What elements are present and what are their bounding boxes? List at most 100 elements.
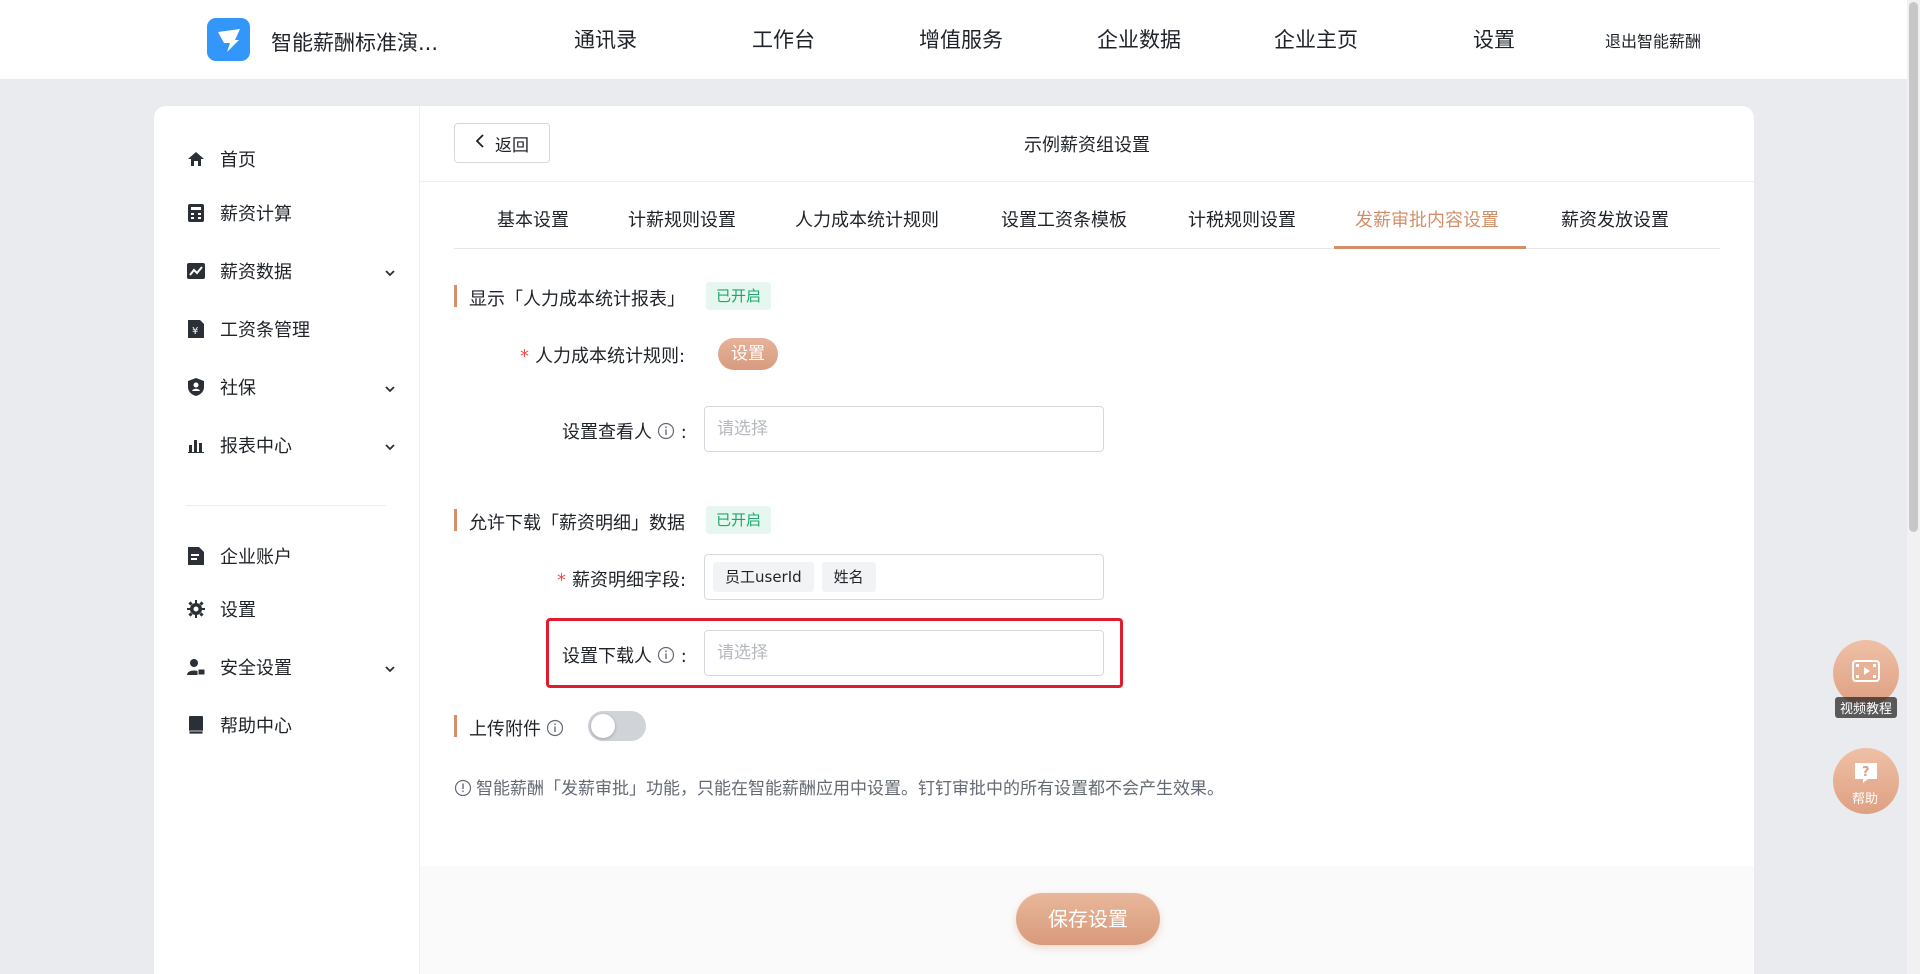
payslip-icon: ¥ — [186, 319, 206, 339]
shield-icon — [186, 377, 206, 397]
downloader-label-text: 设置下载人 — [562, 646, 652, 667]
sidebar-item-label: 报表中心 — [220, 436, 292, 457]
sidebar-item-label: 工资条管理 — [220, 320, 310, 341]
info-circle-icon — [454, 779, 476, 799]
section-title-labor-report: 显示「人力成本统计报表」 — [469, 289, 685, 310]
top-bar: 智能薪酬标准演... 通讯录 工作台 增值服务 企业数据 企业主页 设置 退出智… — [0, 0, 1920, 79]
sidebar-item-label: 薪资数据 — [220, 262, 292, 283]
sidebar-item-report-center[interactable]: 报表中心 — [186, 430, 402, 460]
chevron-down-icon — [384, 263, 396, 284]
section-title-salary-detail: 允许下载「薪资明细」数据 — [469, 513, 685, 534]
save-settings-button[interactable]: 保存设置 — [1016, 893, 1160, 945]
tabs-divider — [454, 248, 1720, 249]
sidebar-item-label: 设置 — [220, 600, 256, 621]
scrollbar-thumb[interactable] — [1909, 2, 1918, 532]
notice-text: 智能薪酬「发薪审批」功能，只能在智能薪酬应用中设置。钉钉审批中的所有设置都不会产… — [454, 774, 1224, 799]
status-badge: 已开启 — [706, 506, 772, 534]
required-mark: * — [557, 570, 566, 591]
book-icon — [186, 715, 206, 735]
sidebar-item-home[interactable]: 首页 — [186, 144, 402, 174]
detail-fields-label: * 薪资明细字段: — [557, 566, 686, 592]
sidebar-item-help-center[interactable]: 帮助中心 — [186, 710, 402, 740]
info-icon[interactable] — [546, 719, 564, 737]
tab-tax-rules[interactable]: 计税规则设置 — [1188, 206, 1296, 249]
sidebar-item-label: 帮助中心 — [220, 716, 292, 737]
nav-enterprise-data[interactable]: 企业数据 — [1097, 24, 1181, 54]
sidebar-item-label: 薪资计算 — [220, 204, 292, 225]
tab-payout-settings[interactable]: 薪资发放设置 — [1561, 206, 1669, 249]
nav-enterprise-home[interactable]: 企业主页 — [1274, 24, 1358, 54]
help-label: 帮助 — [1852, 792, 1879, 807]
chart-icon — [186, 261, 206, 281]
tab-labor-cost-rules[interactable]: 人力成本统计规则 — [795, 206, 939, 249]
app-logo-icon[interactable] — [207, 18, 250, 61]
user-lock-icon — [186, 657, 206, 677]
sidebar-item-security[interactable]: 安全设置 — [186, 652, 402, 682]
sidebar-item-salary-data[interactable]: 薪资数据 — [186, 256, 402, 286]
sidebar: 首页 薪资计算 薪资数据 ¥ 工资条管理 社保 报表中心 企业账户 设置 安全设… — [154, 106, 420, 974]
field-tag[interactable]: 员工userId — [713, 562, 814, 592]
bar-chart-icon — [186, 435, 206, 455]
logout-link[interactable]: 退出智能薪酬 — [1605, 28, 1701, 52]
downloader-label: 设置下载人 : — [562, 646, 687, 667]
downloader-select[interactable]: 请选择 — [704, 630, 1104, 676]
header-divider — [420, 181, 1754, 182]
chevron-down-icon — [384, 659, 396, 680]
main-card: 首页 薪资计算 薪资数据 ¥ 工资条管理 社保 报表中心 企业账户 设置 安全设… — [154, 106, 1754, 974]
attachment-title-text: 上传附件 — [469, 719, 541, 740]
notice-text-content: 智能薪酬「发薪审批」功能，只能在智能薪酬应用中设置。钉钉审批中的所有设置都不会产… — [476, 779, 1224, 799]
tab-payslip-template[interactable]: 设置工资条模板 — [1001, 206, 1127, 249]
chevron-down-icon — [384, 379, 396, 400]
svg-text:?: ? — [1862, 765, 1870, 780]
labor-rule-label: * 人力成本统计规则: — [520, 342, 685, 368]
video-tutorial-label: 视频教程 — [1835, 697, 1898, 718]
section-marker — [454, 285, 457, 307]
svg-text:¥: ¥ — [192, 326, 198, 337]
sidebar-item-label: 社保 — [220, 378, 256, 399]
page-title: 示例薪资组设置 — [1024, 135, 1150, 156]
film-icon — [1852, 659, 1880, 687]
sidebar-item-label: 首页 — [220, 150, 256, 171]
nav-value-added[interactable]: 增值服务 — [919, 24, 1003, 54]
sidebar-divider — [186, 505, 386, 506]
info-icon[interactable] — [657, 422, 675, 440]
attachment-toggle[interactable] — [588, 711, 646, 741]
question-icon: ? — [1853, 761, 1879, 789]
sidebar-item-salary-calc[interactable]: 薪资计算 — [186, 198, 402, 228]
account-icon — [186, 546, 206, 566]
sidebar-item-payslip[interactable]: ¥ 工资条管理 — [186, 314, 402, 344]
required-mark: * — [520, 346, 529, 367]
active-tab-indicator — [1334, 246, 1526, 249]
calculator-icon — [186, 203, 206, 223]
nav-workbench[interactable]: 工作台 — [752, 24, 815, 54]
app-title[interactable]: 智能薪酬标准演... — [271, 27, 438, 57]
chevron-down-icon — [384, 437, 396, 458]
labor-rule-label-text: 人力成本统计规则: — [535, 346, 686, 367]
toggle-knob — [591, 714, 615, 738]
sidebar-item-enterprise-account[interactable]: 企业账户 — [186, 541, 402, 571]
detail-fields-label-text: 薪资明细字段: — [572, 570, 687, 591]
tab-basic-settings[interactable]: 基本设置 — [497, 206, 569, 249]
sidebar-item-label: 安全设置 — [220, 658, 292, 679]
gear-icon — [186, 599, 206, 619]
nav-settings[interactable]: 设置 — [1473, 24, 1515, 54]
viewer-label-text: 设置查看人 — [562, 422, 652, 443]
viewer-label: 设置查看人 : — [562, 422, 687, 443]
section-title-attachment: 上传附件 — [469, 715, 564, 741]
sidebar-item-social-security[interactable]: 社保 — [186, 372, 402, 402]
home-icon — [186, 149, 206, 169]
detail-fields-select[interactable]: 员工userId 姓名 — [704, 554, 1104, 600]
section-marker — [454, 509, 457, 531]
tab-approval-content[interactable]: 发薪审批内容设置 — [1355, 206, 1499, 249]
sidebar-item-label: 企业账户 — [220, 547, 292, 568]
labor-rule-set-button[interactable]: 设置 — [718, 338, 778, 370]
field-tag[interactable]: 姓名 — [821, 562, 876, 592]
info-icon[interactable] — [657, 646, 675, 664]
section-marker — [454, 715, 457, 737]
tab-pay-rules[interactable]: 计薪规则设置 — [628, 206, 736, 249]
sidebar-item-settings[interactable]: 设置 — [186, 594, 402, 624]
page-scrollbar[interactable] — [1907, 0, 1920, 974]
nav-contacts[interactable]: 通讯录 — [574, 24, 637, 54]
viewer-select[interactable]: 请选择 — [704, 406, 1104, 452]
status-badge: 已开启 — [706, 282, 772, 310]
